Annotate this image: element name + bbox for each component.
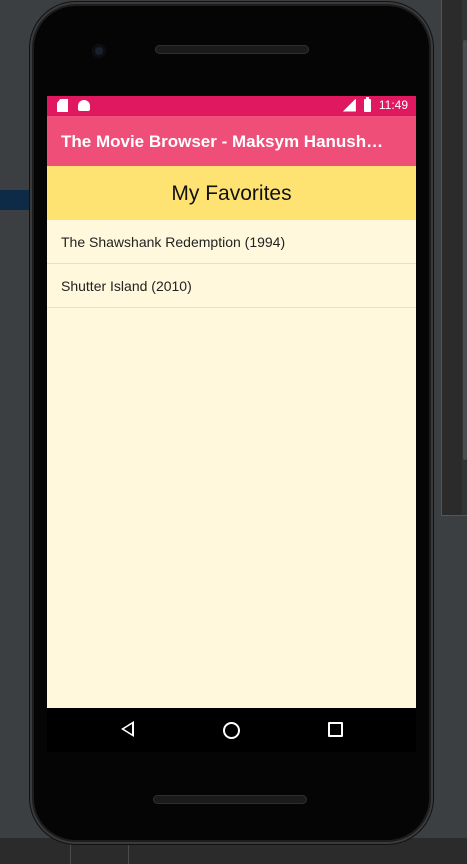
navigation-bar: [47, 708, 416, 752]
ide-code-panel: [441, 0, 467, 516]
ide-scrollbar[interactable]: [462, 0, 467, 515]
android-icon: [78, 100, 90, 111]
bottom-speaker-grille: [153, 795, 307, 804]
favorites-list: The Shawshank Redemption (1994) Shutter …: [47, 220, 416, 308]
list-item[interactable]: The Shawshank Redemption (1994): [47, 220, 416, 264]
sd-card-icon: [57, 99, 68, 112]
recents-icon[interactable]: [328, 722, 343, 737]
movie-title: The Shawshank Redemption (1994): [61, 234, 286, 250]
front-camera: [92, 44, 106, 58]
ide-scroll-thumb[interactable]: [463, 40, 467, 460]
app-bar: The Movie Browser - Maksym Hanush…: [47, 116, 416, 166]
ide-selection-strip: [0, 190, 32, 210]
app-title: The Movie Browser - Maksym Hanush…: [61, 132, 384, 151]
status-clock: 11:49: [378, 98, 408, 112]
home-icon[interactable]: [223, 722, 240, 739]
back-icon[interactable]: [121, 721, 134, 737]
lte-signal-icon: [342, 98, 356, 112]
device-screen: 11:49 The Movie Browser - Maksym Hanush……: [47, 96, 416, 708]
list-item[interactable]: Shutter Island (2010): [47, 264, 416, 308]
top-speaker-grille: [155, 45, 309, 54]
favorites-title: My Favorites: [171, 182, 292, 205]
status-bar: 11:49: [47, 96, 416, 116]
favorites-header: My Favorites: [47, 166, 416, 220]
movie-title: Shutter Island (2010): [61, 278, 192, 294]
battery-charging-icon: [363, 96, 371, 112]
